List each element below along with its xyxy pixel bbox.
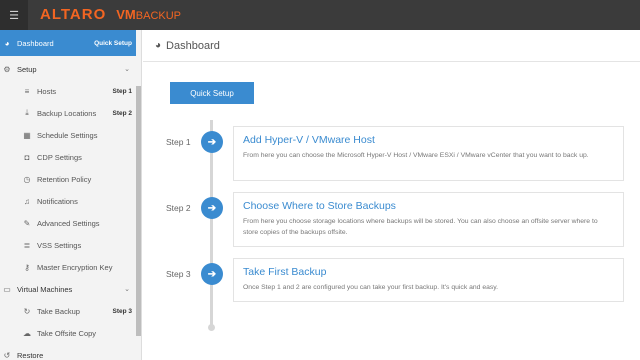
step-3-label: Step 3 bbox=[166, 269, 191, 279]
logo-brand: ALTARO bbox=[40, 6, 107, 23]
timeline-end-dot bbox=[208, 324, 215, 331]
sidebar-item-label: Take Backup bbox=[37, 306, 80, 316]
step-3-arrow-button[interactable]: ➔ bbox=[201, 263, 223, 285]
chevron-down-icon: ⌄ bbox=[124, 286, 130, 293]
step-3-title[interactable]: Take First Backup bbox=[243, 266, 614, 278]
logo-vm: VM bbox=[116, 7, 136, 22]
step-2-title[interactable]: Choose Where to Store Backups bbox=[243, 200, 614, 212]
sidebar-item-label: CDP Settings bbox=[37, 152, 82, 162]
gears-icon: ⚙ bbox=[3, 64, 11, 74]
sidebar-scrollbar[interactable] bbox=[136, 86, 141, 336]
chevron-down-icon: ⌄ bbox=[124, 66, 130, 73]
key-icon: ⚷ bbox=[24, 262, 30, 272]
sidebar-group-setup[interactable]: ⚙ Setup ⌄ bbox=[0, 58, 136, 80]
wrench-icon: ✎ bbox=[23, 218, 31, 228]
shield-icon: ◘ bbox=[24, 152, 30, 162]
calendar-icon: ▦ bbox=[23, 130, 31, 140]
sidebar-item-dashboard[interactable]: ◕ Dashboard Quick Setup bbox=[0, 30, 136, 56]
step-3-description: Once Step 1 and 2 are configured you can… bbox=[243, 284, 499, 291]
sidebar-item-retention-policy[interactable]: ◷ Retention Policy bbox=[0, 168, 136, 190]
sidebar-item-restore[interactable]: ↺ Restore bbox=[0, 344, 136, 360]
dashboard-icon: ◕ bbox=[4, 38, 10, 48]
sidebar-item-label: Notifications bbox=[37, 196, 78, 206]
step-1-label: Step 1 bbox=[166, 137, 191, 147]
list-icon: ≡ bbox=[24, 86, 30, 96]
bell-icon: ♫ bbox=[24, 196, 30, 206]
undo-icon: ↺ bbox=[3, 350, 11, 360]
step-2-label: Step 2 bbox=[166, 203, 191, 213]
sidebar-item-label: VSS Settings bbox=[37, 240, 82, 250]
sidebar-item-vss-settings[interactable]: ≣ VSS Settings bbox=[0, 234, 136, 256]
step-1-card[interactable]: Add Hyper-V / VMware Host From here you … bbox=[233, 126, 624, 181]
sidebar-item-master-encryption-key[interactable]: ⚷ Master Encryption Key bbox=[0, 256, 136, 278]
sidebar-item-label: Dashboard bbox=[17, 38, 54, 48]
step-badge: Step 1 bbox=[112, 87, 132, 95]
step-badge: Step 3 bbox=[112, 307, 132, 315]
arrow-right-icon: ➔ bbox=[207, 136, 217, 148]
hamburger-icon: ☰ bbox=[9, 9, 19, 22]
sidebar-item-notifications[interactable]: ♫ Notifications bbox=[0, 190, 136, 212]
page-header: ◕ Dashboard bbox=[143, 30, 640, 62]
sidebar: ◕ Dashboard Quick Setup ⚙ Setup ⌄ ≡ Host… bbox=[0, 30, 142, 360]
arrow-right-icon: ➔ bbox=[207, 268, 217, 280]
quick-setup-button[interactable]: Quick Setup bbox=[170, 82, 254, 104]
list-icon: ≣ bbox=[23, 240, 31, 250]
sidebar-item-take-offsite-copy[interactable]: ☁ Take Offsite Copy bbox=[0, 322, 136, 344]
sidebar-item-label: Master Encryption Key bbox=[37, 262, 113, 272]
sidebar-item-hosts[interactable]: ≡ Hosts Step 1 bbox=[0, 80, 136, 102]
main-content: ◕ Dashboard Quick Setup Step 1 ➔ Add Hyp… bbox=[143, 30, 640, 360]
step-1-arrow-button[interactable]: ➔ bbox=[201, 131, 223, 153]
step-2-card[interactable]: Choose Where to Store Backups From here … bbox=[233, 192, 624, 247]
refresh-icon: ↻ bbox=[23, 306, 31, 316]
download-icon: ⤓ bbox=[25, 108, 29, 117]
sidebar-item-label: Retention Policy bbox=[37, 174, 92, 184]
sidebar-item-label: Virtual Machines bbox=[17, 284, 73, 294]
dashboard-icon: ◕ bbox=[155, 40, 162, 51]
step-badge: Step 2 bbox=[112, 109, 132, 117]
monitor-icon: ▭ bbox=[3, 284, 11, 294]
sidebar-item-label: Restore bbox=[17, 350, 44, 360]
sidebar-item-advanced-settings[interactable]: ✎ Advanced Settings bbox=[0, 212, 136, 234]
step-1-description: From here you can choose the Microsoft H… bbox=[243, 152, 589, 159]
sidebar-group-virtual-machines[interactable]: ▭ Virtual Machines ⌄ bbox=[0, 278, 136, 300]
altaro-logo: ALTARO VM BACKUP bbox=[40, 6, 181, 24]
sidebar-item-label: Hosts bbox=[37, 86, 57, 96]
sidebar-item-label: Setup bbox=[17, 64, 37, 74]
sidebar-item-schedule-settings[interactable]: ▦ Schedule Settings bbox=[0, 124, 136, 146]
top-bar: ☰ ALTARO VM BACKUP bbox=[0, 0, 640, 30]
step-1-title[interactable]: Add Hyper-V / VMware Host bbox=[243, 134, 614, 146]
logo-product: BACKUP bbox=[135, 10, 182, 22]
step-3-card[interactable]: Take First Backup Once Step 1 and 2 are … bbox=[233, 258, 624, 302]
step-2-description: From here you choose storage locations w… bbox=[243, 218, 598, 236]
sidebar-item-label: Backup Locations bbox=[37, 108, 97, 118]
quick-setup-badge: Quick Setup bbox=[94, 39, 132, 47]
sidebar-item-take-backup[interactable]: ↻ Take Backup Step 3 bbox=[0, 300, 136, 322]
menu-toggle-button[interactable]: ☰ bbox=[0, 0, 28, 30]
step-2-arrow-button[interactable]: ➔ bbox=[201, 197, 223, 219]
arrow-right-icon: ➔ bbox=[207, 202, 217, 214]
sidebar-item-cdp-settings[interactable]: ◘ CDP Settings bbox=[0, 146, 136, 168]
page-title: Dashboard bbox=[166, 39, 220, 52]
clock-icon: ◷ bbox=[23, 174, 31, 184]
sidebar-item-label: Schedule Settings bbox=[37, 130, 98, 140]
sidebar-item-label: Advanced Settings bbox=[37, 218, 100, 228]
sidebar-item-backup-locations[interactable]: ⤓ Backup Locations Step 2 bbox=[0, 102, 136, 124]
cloud-icon: ☁ bbox=[23, 328, 31, 338]
sidebar-item-label: Take Offsite Copy bbox=[37, 328, 97, 338]
